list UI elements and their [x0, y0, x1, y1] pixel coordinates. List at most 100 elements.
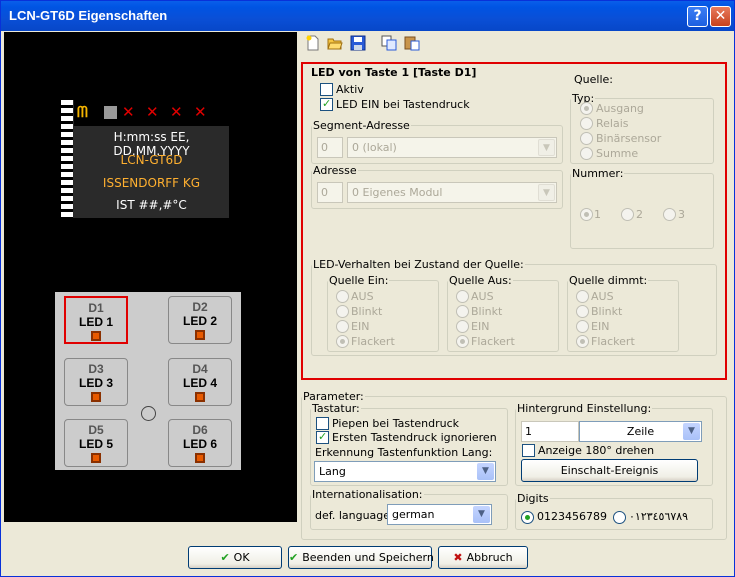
quelle-legend: Quelle:: [574, 73, 613, 86]
typ-summe-radio[interactable]: [580, 147, 593, 160]
module-select[interactable]: 0 Eigenes Modul ▼: [347, 182, 557, 203]
led-settings-box: LED von Taste 1 [Taste D1] Aktiv LED EIN…: [301, 62, 727, 380]
help-button[interactable]: ?: [687, 6, 708, 27]
language-select[interactable]: german ▼: [387, 504, 492, 525]
quelle-aus-flackert-radio[interactable]: [456, 335, 469, 348]
properties-window: LCN-GT6D Eigenschaften ? ✕ ᗰ ✕ ✕ ✕ ✕ H:m…: [0, 0, 735, 577]
key-label-top: D2: [192, 300, 208, 314]
checkmark-icon: ✔: [220, 551, 230, 564]
key-d6[interactable]: D6 LED 6: [168, 419, 232, 467]
quelle-dimmt-flackert-radio[interactable]: [576, 335, 589, 348]
digits-arabic-label: ٠١٢٣٤٥٦٧٨٩: [629, 510, 689, 523]
quelle-ein-legend: Quelle Ein:: [329, 274, 389, 287]
close-button[interactable]: ✕: [710, 6, 731, 27]
quelle-dimmt-legend: Quelle dimmt:: [569, 274, 648, 287]
quelle-ein-flackert-radio[interactable]: [336, 335, 349, 348]
tastatur-legend: Tastatur:: [312, 402, 360, 415]
quelle-ein-ein-radio[interactable]: [336, 320, 349, 333]
key-label-top: D5: [88, 423, 104, 437]
digits-arabic-radio[interactable]: [613, 511, 626, 524]
zeile-select[interactable]: Zeile ▼: [579, 421, 702, 442]
quelle-aus-aus-radio[interactable]: [456, 290, 469, 303]
erkennung-select-value: Lang: [319, 465, 346, 478]
nummer-3-radio[interactable]: [663, 208, 676, 221]
einschalt-ereignis-button[interactable]: Einschalt-Ereignis: [521, 459, 698, 482]
zeile-select-value: Zeile: [626, 425, 655, 438]
save-and-exit-button[interactable]: ✔ Beenden und Speichern: [288, 546, 434, 569]
typ-option-label: Ausgang: [596, 102, 644, 115]
segment-legend: Segment-Adresse: [313, 119, 410, 132]
erkennung-label: Erkennung Tastenfunktion Lang:: [315, 446, 493, 459]
behaviour-option-label: Flackert: [591, 335, 635, 348]
aktiv-checkbox[interactable]: [320, 83, 333, 96]
key-d1[interactable]: D1 LED 1: [64, 296, 128, 344]
digits-legend: Digits: [517, 492, 549, 505]
display-line-2: LCN-GT6D: [120, 153, 183, 167]
led-group-title: LED von Taste 1 [Taste D1]: [311, 66, 477, 79]
key-d5[interactable]: D5 LED 5: [64, 419, 128, 467]
nummer-option-label: 3: [678, 208, 685, 221]
digits-latin-radio[interactable]: [521, 511, 534, 524]
key-label-top: D4: [192, 362, 208, 376]
open-icon[interactable]: [327, 35, 343, 51]
key-d3[interactable]: D3 LED 3: [64, 358, 128, 406]
segment-select-value: 0 (lokal): [352, 141, 397, 154]
zeilen-count-input[interactable]: 1: [521, 421, 579, 442]
language-label: def. language: [315, 509, 391, 522]
piepen-checkbox[interactable]: [316, 417, 329, 430]
digits-latin-label: 0123456789: [537, 510, 607, 523]
ersten-tastendruck-checkbox[interactable]: [316, 430, 329, 444]
erkennung-select[interactable]: Lang ▼: [314, 461, 496, 482]
cross-icon: ✕: [146, 103, 159, 121]
typ-ausgang-radio[interactable]: [580, 102, 593, 115]
intl-legend: Internationalisation:: [312, 488, 423, 501]
key-d2[interactable]: D2 LED 2: [168, 296, 232, 344]
title-bar: LCN-GT6D Eigenschaften ? ✕: [1, 1, 734, 31]
segment-address-input[interactable]: 0: [317, 137, 343, 158]
cancel-button[interactable]: ✖ Abbruch: [438, 546, 528, 569]
new-icon[interactable]: [305, 35, 321, 51]
quelle-aus-ein-radio[interactable]: [456, 320, 469, 333]
quelle-dimmt-blinkt-radio[interactable]: [576, 305, 589, 318]
key-label-bottom: LED 1: [78, 315, 113, 329]
display-header: ᗰ ✕ ✕ ✕ ✕: [74, 100, 229, 126]
behaviour-option-label: EIN: [351, 320, 370, 333]
adresse-legend: Adresse: [313, 164, 357, 177]
module-address-input[interactable]: 0: [317, 182, 343, 203]
quelle-ein-aus-radio[interactable]: [336, 290, 349, 303]
save-icon[interactable]: [350, 35, 366, 51]
quelle-dimmt-aus-radio[interactable]: [576, 290, 589, 303]
cross-icon: ✕: [170, 103, 183, 121]
led-ein-checkbox[interactable]: [320, 97, 333, 111]
square-icon: [104, 106, 117, 119]
nummer-2-radio[interactable]: [621, 208, 634, 221]
anzeige-drehen-checkbox[interactable]: [522, 444, 535, 457]
cancel-label: Abbruch: [466, 551, 513, 564]
module-select-value: 0 Eigenes Modul: [352, 186, 443, 199]
anzeige-drehen-label: Anzeige 180° drehen: [538, 444, 655, 457]
behaviour-option-label: Flackert: [471, 335, 515, 348]
copy-icon[interactable]: [381, 35, 397, 51]
key-label-bottom: LED 5: [78, 437, 113, 451]
quelle-dimmt-ein-radio[interactable]: [576, 320, 589, 333]
behaviour-option-label: Flackert: [351, 335, 395, 348]
behaviour-option-label: Blinkt: [351, 305, 383, 318]
typ-binaersensor-radio[interactable]: [580, 132, 593, 145]
piepen-label: Piepen bei Tastendruck: [332, 417, 460, 430]
behaviour-option-label: AUS: [591, 290, 614, 303]
quelle-ein-blinkt-radio[interactable]: [336, 305, 349, 318]
key-d4[interactable]: D4 LED 4: [168, 358, 232, 406]
typ-relais-radio[interactable]: [580, 117, 593, 130]
cross-icon: ✕: [122, 103, 135, 121]
verhalten-legend: LED-Verhalten bei Zustand der Quelle:: [313, 258, 524, 271]
chevron-down-icon: ▼: [473, 506, 490, 523]
led-indicator: [91, 331, 101, 341]
key-label-top: D6: [192, 423, 208, 437]
quelle-aus-blinkt-radio[interactable]: [456, 305, 469, 318]
typ-option-label: Relais: [596, 117, 629, 130]
ok-button[interactable]: ✔ OK: [188, 546, 282, 569]
segment-select[interactable]: 0 (lokal) ▼: [347, 137, 557, 158]
paste-icon[interactable]: [404, 35, 420, 51]
nummer-1-radio[interactable]: [580, 208, 593, 221]
key-label-bottom: LED 2: [182, 314, 217, 328]
